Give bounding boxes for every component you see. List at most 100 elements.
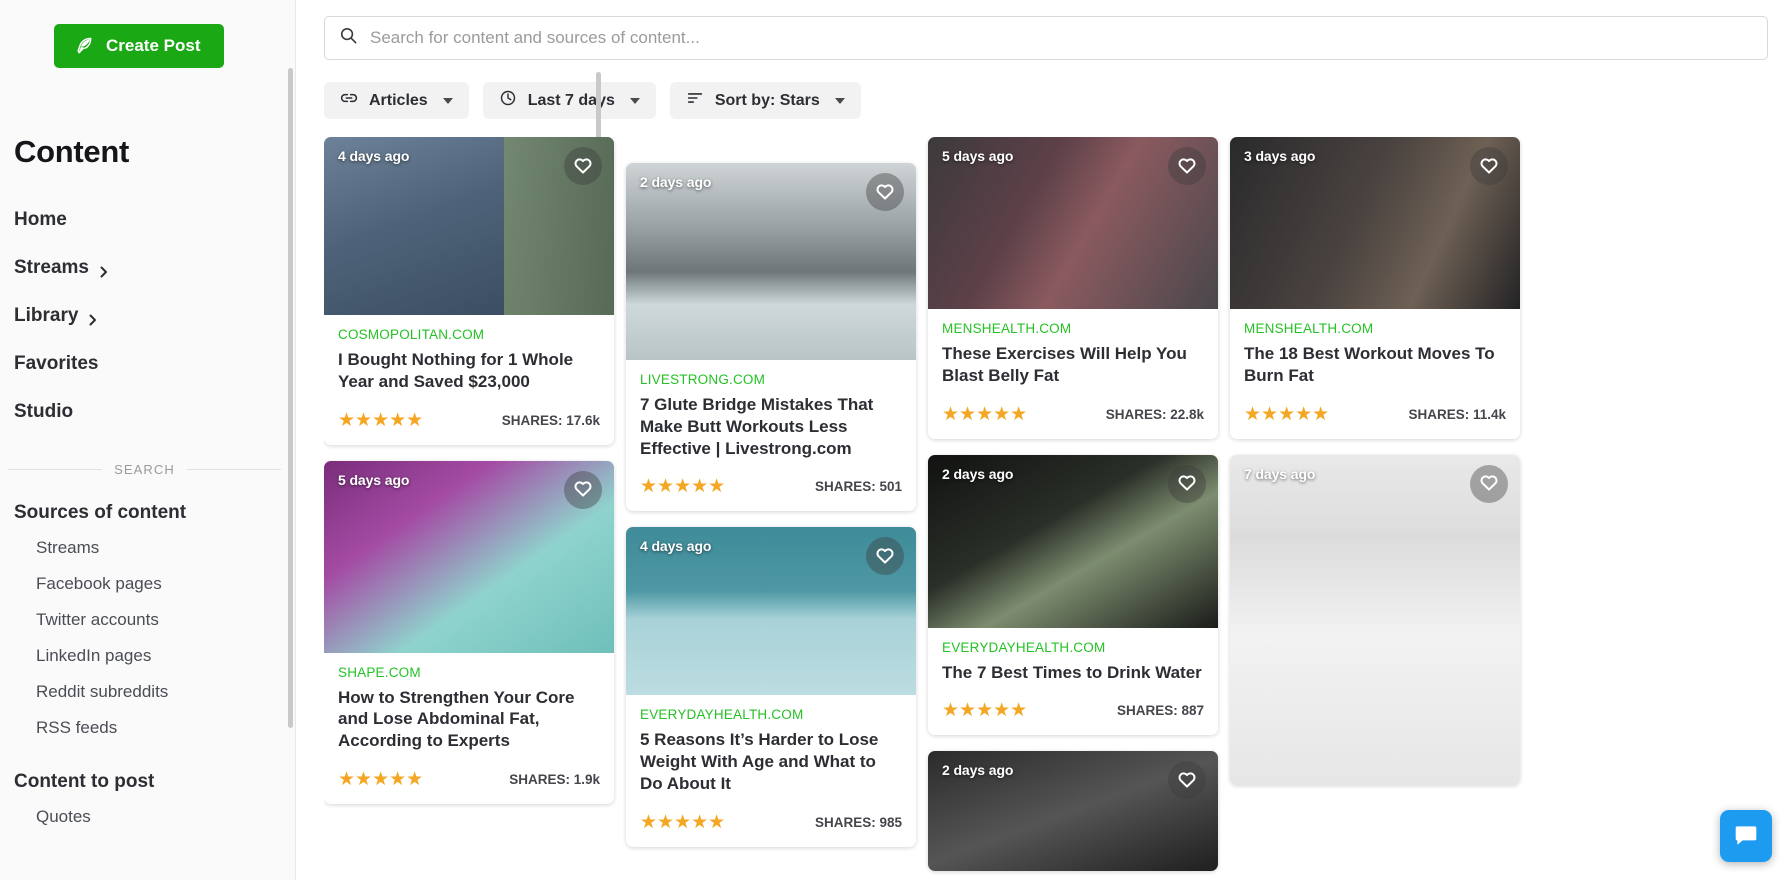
card-source[interactable]: LIVESTRONG.COM — [640, 372, 902, 387]
favorite-heart-button[interactable] — [1168, 147, 1206, 185]
filter-sort-button[interactable]: Sort by: Stars — [670, 82, 861, 119]
sidebar-item-linkedin-pages[interactable]: LinkedIn pages — [0, 638, 295, 674]
star-rating: ★★★★★ — [640, 811, 725, 834]
primary-nav: Home Streams Library Favorites Studio — [0, 196, 295, 436]
chevron-down-icon — [835, 98, 845, 104]
sidebar-item-library[interactable]: Library — [0, 292, 295, 340]
search-section-divider: SEARCH — [8, 462, 281, 477]
card-thumbnail: 4 days ago — [324, 137, 614, 315]
favorite-heart-button[interactable] — [866, 537, 904, 575]
content-card[interactable]: 5 days agoSHAPE.COMHow to Strengthen You… — [324, 461, 614, 804]
card-thumbnail: 3 days ago — [1230, 137, 1520, 309]
content-card[interactable]: 4 days ago COSMOPOLITAN.COM I Bought Nothi… — [324, 137, 614, 445]
sidebar-item-streams-source[interactable]: Streams — [0, 530, 295, 566]
sidebar-item-twitter-accounts[interactable]: Twitter accounts — [0, 602, 295, 638]
star-rating: ★★★★★ — [338, 768, 423, 791]
card-source[interactable]: EVERYDAYHEALTH.COM — [942, 640, 1204, 655]
thumbnail-image — [1230, 455, 1520, 785]
content-card[interactable]: 7 days ago — [1230, 455, 1520, 785]
card-timestamp: 3 days ago — [1244, 148, 1315, 164]
sidebar-item-home[interactable]: Home — [0, 196, 295, 244]
card-timestamp: 2 days ago — [942, 466, 1013, 482]
search-input[interactable] — [370, 28, 1753, 48]
share-count: SHARES: 17.6k — [502, 413, 600, 428]
sidebar-item-favorites[interactable]: Favorites — [0, 340, 295, 388]
sidebar-item-quotes[interactable]: Quotes — [0, 799, 295, 835]
sidebar-item-facebook-pages[interactable]: Facebook pages — [0, 566, 295, 602]
sidebar-item-label: Home — [14, 209, 67, 231]
favorite-heart-button[interactable] — [1470, 147, 1508, 185]
favorite-heart-button[interactable] — [866, 173, 904, 211]
chevron-right-icon — [87, 310, 99, 322]
filter-content-type-button[interactable]: Articles — [324, 82, 469, 119]
heart-icon — [572, 154, 594, 179]
card-headline[interactable]: 7 Glute Bridge Mistakes That Make Butt W… — [640, 394, 902, 459]
sidebar-scrollbar[interactable] — [288, 68, 293, 728]
sidebar-group-sources-of-content[interactable]: Sources of content — [0, 477, 295, 530]
card-source[interactable]: MENSHEALTH.COM — [942, 321, 1204, 336]
favorite-heart-button[interactable] — [1470, 465, 1508, 503]
share-count: SHARES: 11.4k — [1408, 407, 1506, 422]
sidebar-item-label: Favorites — [14, 353, 98, 375]
chat-launcher-button[interactable] — [1720, 810, 1772, 862]
card-body: LIVESTRONG.COM 7 Glute Bridge Mistakes Th… — [626, 360, 916, 459]
card-source[interactable]: SHAPE.COM — [338, 665, 600, 680]
card-thumbnail: 2 days ago — [928, 455, 1218, 628]
heart-icon — [1478, 471, 1500, 496]
sidebar-item-label: Studio — [14, 401, 73, 423]
content-card[interactable]: 2 days ago EVERYDAYHEALTH.COM The 7 Best T… — [928, 455, 1218, 736]
create-post-button[interactable]: Create Post — [54, 24, 224, 68]
card-footer: ★★★★★SHARES: 501 — [626, 459, 916, 511]
card-headline[interactable]: I Bought Nothing for 1 Whole Year and Sa… — [338, 349, 600, 393]
content-card[interactable]: 4 days agoEVERYDAYHEALTH.COM5 Reasons It… — [626, 527, 916, 846]
card-source[interactable]: COSMOPOLITAN.COM — [338, 327, 600, 342]
favorite-heart-button[interactable] — [1168, 761, 1206, 799]
sidebar-item-reddit-subreddits[interactable]: Reddit subreddits — [0, 674, 295, 710]
favorite-heart-button[interactable] — [564, 471, 602, 509]
heart-icon — [1478, 154, 1500, 179]
card-headline[interactable]: 5 Reasons It’s Harder to Lose Weight Wit… — [640, 729, 902, 794]
card-body: MENSHEALTH.COM The 18 Best Workout Moves … — [1230, 309, 1520, 387]
star-rating: ★★★★★ — [942, 403, 1027, 426]
main-content: Articles Last 7 days — [296, 0, 1790, 880]
card-source[interactable]: MENSHEALTH.COM — [1244, 321, 1506, 336]
page-title: Content — [0, 134, 295, 170]
heart-icon — [1176, 154, 1198, 179]
heart-icon — [874, 544, 896, 569]
card-thumbnail: 5 days ago — [928, 137, 1218, 309]
heart-icon — [1176, 768, 1198, 793]
filter-date-range-button[interactable]: Last 7 days — [483, 82, 656, 119]
heart-icon — [1176, 471, 1198, 496]
card-footer: ★★★★★SHARES: 11.4k — [1230, 387, 1520, 439]
divider-line-right — [187, 469, 281, 470]
card-body: MENSHEALTH.COM These Exercises Will Help … — [928, 309, 1218, 387]
filter-sort-label: Sort by: Stars — [715, 92, 820, 110]
content-card[interactable]: 2 days ago LIVESTRONG.COM 7 Glute Bridge M… — [626, 163, 916, 511]
card-source[interactable]: EVERYDAYHEALTH.COM — [640, 707, 902, 722]
content-card[interactable]: 2 days ago — [928, 751, 1218, 871]
star-rating: ★★★★★ — [942, 699, 1027, 722]
sidebar-item-studio[interactable]: Studio — [0, 388, 295, 436]
card-thumbnail: 7 days ago — [1230, 455, 1520, 785]
create-post-container: Create Post — [0, 0, 295, 68]
star-rating: ★★★★★ — [640, 475, 725, 498]
card-headline[interactable]: How to Strengthen Your Core and Lose Abd… — [338, 687, 600, 752]
card-headline[interactable]: These Exercises Will Help You Blast Bell… — [942, 343, 1204, 387]
sidebar-item-rss-feeds[interactable]: RSS feeds — [0, 710, 295, 746]
content-card[interactable]: 3 days ago MENSHEALTH.COM The 18 Best Work… — [1230, 137, 1520, 439]
search-container — [296, 0, 1790, 60]
filter-toolbar: Articles Last 7 days — [296, 60, 1790, 119]
card-headline[interactable]: The 7 Best Times to Drink Water — [942, 662, 1204, 684]
card-body: EVERYDAYHEALTH.COM The 7 Best Times to Dr… — [928, 628, 1218, 684]
card-timestamp: 2 days ago — [640, 174, 711, 190]
sidebar-group-content-to-post[interactable]: Content to post — [0, 746, 295, 799]
sidebar-item-streams[interactable]: Streams — [0, 244, 295, 292]
favorite-heart-button[interactable] — [1168, 465, 1206, 503]
favorite-heart-button[interactable] — [564, 147, 602, 185]
card-body: SHAPE.COM How to Strengthen Your Core and… — [324, 653, 614, 752]
content-card[interactable]: 5 days ago MENSHEALTH.COM These Exercises … — [928, 137, 1218, 439]
card-headline[interactable]: The 18 Best Workout Moves To Burn Fat — [1244, 343, 1506, 387]
search-bar[interactable] — [324, 16, 1768, 60]
chevron-down-icon — [443, 98, 453, 104]
sort-icon — [686, 89, 704, 112]
